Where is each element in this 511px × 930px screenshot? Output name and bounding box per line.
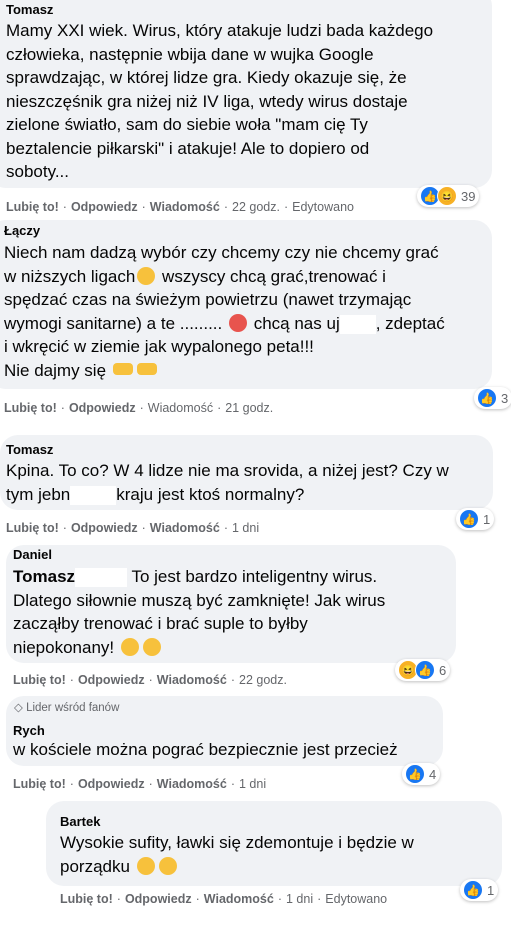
reaction-count: 4 <box>429 766 437 782</box>
reply-button[interactable]: Odpowiedz <box>69 401 136 415</box>
comment-actions: Lubię to! · Odpowiedz · Wiadomość · 1 dni <box>13 777 267 791</box>
comment-author[interactable]: Tomasz <box>6 442 53 457</box>
message-button[interactable]: Wiadomość <box>150 200 220 214</box>
like-reaction-icon: 👍 <box>463 880 483 900</box>
reaction-count: 39 <box>461 188 476 204</box>
like-button[interactable]: Lubię to! <box>60 892 113 906</box>
reply-button[interactable]: Odpowiedz <box>125 892 192 906</box>
comment-text: Mamy XXI wiek. Wirus, który atakuje ludz… <box>6 21 434 181</box>
angry-emoji-icon <box>229 313 247 332</box>
diamond-icon: ◇ <box>14 702 23 714</box>
comment-time[interactable]: 22 godz. <box>232 200 280 214</box>
message-button[interactable]: Wiadomość <box>148 401 213 415</box>
comment-author[interactable]: Bartek <box>60 814 100 829</box>
haha-reaction-icon: 😆 <box>437 186 457 206</box>
like-reaction-icon: 👍 <box>477 388 497 408</box>
comment-actions: Lubię to! · Odpowiedz · Wiadomość · 1 dni <box>6 521 260 535</box>
message-button[interactable]: Wiadomość <box>157 777 227 791</box>
comment-time[interactable]: 21 godz. <box>225 401 273 415</box>
reaction-summary[interactable]: 👍 1 <box>460 879 499 901</box>
comment-text: w kościele można pograć bezpiecznie jest… <box>13 740 398 759</box>
comment-author[interactable]: Tomasz <box>6 2 53 17</box>
like-reaction-icon: 👍 <box>459 509 479 529</box>
comment-text: Kpina. To co? W 4 lidze nie ma srovida, … <box>6 461 449 505</box>
comment-actions: Lubię to! · Odpowiedz · Wiadomość · 22 godz. <box>13 673 287 687</box>
finger-emoji-icon <box>137 266 156 285</box>
reaction-count: 6 <box>439 662 447 678</box>
reply-button[interactable]: Odpowiedz <box>78 777 145 791</box>
reply-button[interactable]: Odpowiedz <box>71 521 138 535</box>
reaction-summary[interactable]: 👍 3 <box>474 387 511 409</box>
reaction-summary[interactable]: 👍 😆 39 <box>417 185 480 207</box>
handshake-emoji-icon <box>112 362 133 375</box>
like-button[interactable]: Lubię to! <box>13 673 66 687</box>
frowning-emoji-icon <box>158 856 177 875</box>
reaction-count: 3 <box>501 390 509 406</box>
crying-laughing-emoji-icon <box>136 856 155 875</box>
message-button[interactable]: Wiadomość <box>204 892 274 906</box>
like-reaction-icon: 👍 <box>415 660 435 680</box>
like-reaction-icon: 👍 <box>405 764 425 784</box>
comment-text: Tomasz To jest bardzo inteligentny wirus… <box>13 567 386 657</box>
edited-label: Edytowano <box>325 892 388 906</box>
comment-actions: Lubię to! · Odpowiedz · Wiadomość · 21 godz. <box>4 401 274 415</box>
mention-link[interactable]: Tomasz <box>13 567 75 586</box>
comment-author[interactable]: Łączy <box>4 223 40 238</box>
reaction-count: 1 <box>483 511 491 527</box>
like-button[interactable]: Lubię to! <box>4 401 57 415</box>
comment-text: Wysokie sufity, ławki się zdemontuje i b… <box>60 833 414 876</box>
reaction-summary[interactable]: 👍 4 <box>402 763 441 785</box>
comment-author[interactable]: Daniel <box>13 547 52 562</box>
fan-badge-label: Lider wśród fanów <box>26 702 120 714</box>
comment-time[interactable]: 22 godz. <box>239 673 287 687</box>
handshake-emoji-icon <box>136 362 157 375</box>
comment-actions: Lubię to! · Odpowiedz · Wiadomość · 22 godz. · E… <box>6 200 354 214</box>
flexed-biceps-emoji-icon <box>120 637 139 656</box>
comment-time[interactable]: 1 dni <box>232 521 259 535</box>
message-button[interactable]: Wiadomość <box>157 673 227 687</box>
like-button[interactable]: Lubię to! <box>6 521 59 535</box>
comment-actions: Lubię to! · Odpowiedz · Wiadomość · 1 dni · Edyt… <box>60 892 388 906</box>
comment-time[interactable]: 1 dni <box>239 777 266 791</box>
comment-author[interactable]: Rych <box>13 723 45 738</box>
comment-time[interactable]: 1 dni <box>286 892 313 906</box>
reply-button[interactable]: Odpowiedz <box>71 200 138 214</box>
message-button[interactable]: Wiadomość <box>150 521 220 535</box>
fan-badge: ◇ Lider wśród fanów <box>14 700 119 714</box>
comment-text: Niech nam dadzą wybór czy chcemy czy nie… <box>4 243 445 380</box>
rofl-emoji-icon <box>142 637 161 656</box>
reaction-summary[interactable]: 😆 👍 6 <box>395 659 451 681</box>
reply-button[interactable]: Odpowiedz <box>78 673 145 687</box>
reaction-count: 1 <box>487 882 495 898</box>
like-button[interactable]: Lubię to! <box>13 777 66 791</box>
edited-label: Edytowano <box>292 200 354 214</box>
reaction-summary[interactable]: 👍 1 <box>456 508 495 530</box>
like-button[interactable]: Lubię to! <box>6 200 59 214</box>
